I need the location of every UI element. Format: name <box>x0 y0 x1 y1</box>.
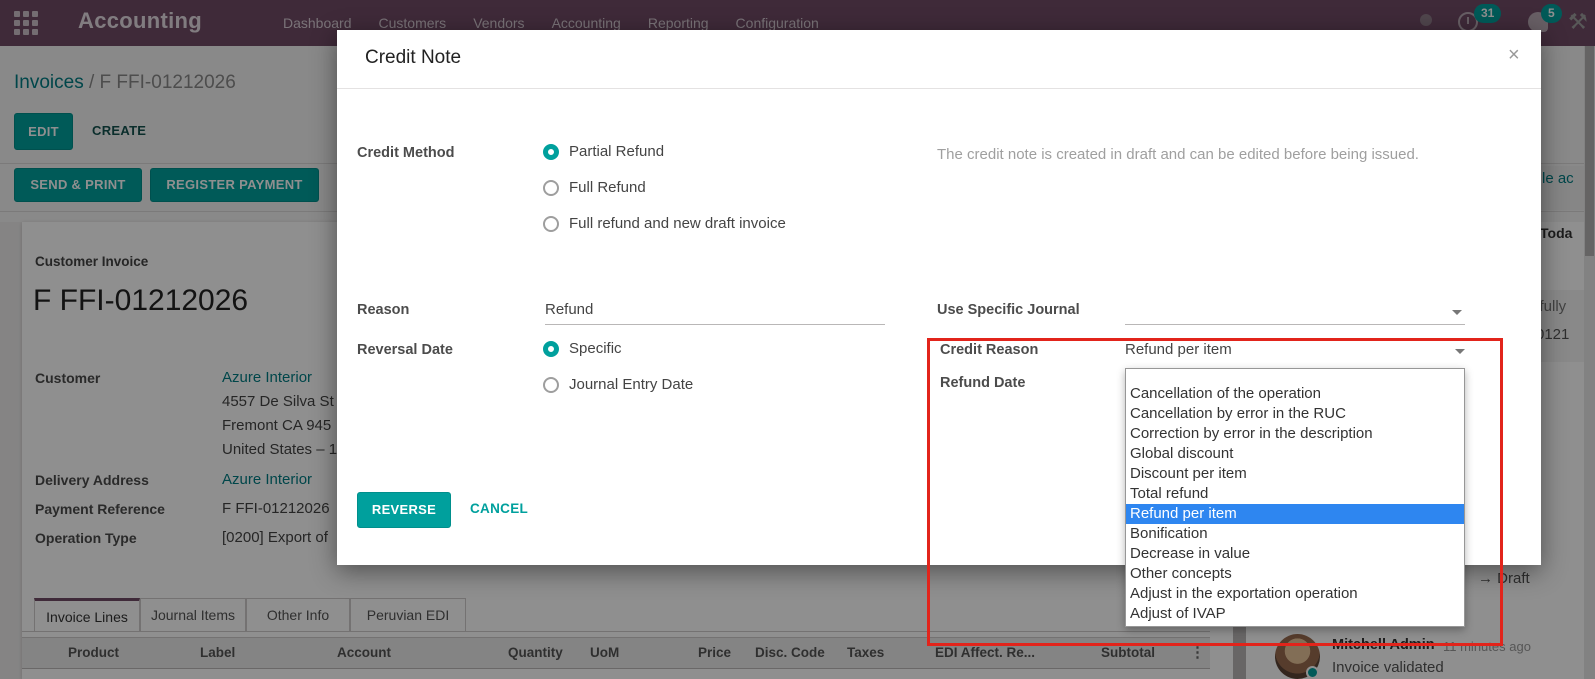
radio-selected-icon[interactable] <box>543 144 559 160</box>
radio-selected-icon[interactable] <box>543 341 559 357</box>
credit-reason-label: Credit Reason <box>940 342 1038 358</box>
dropdown-option-selected[interactable]: Refund per item <box>1126 504 1464 524</box>
dropdown-option[interactable]: Cancellation of the operation <box>1126 384 1464 404</box>
credit-note-hint-text: The credit note is created in draft and … <box>937 146 1477 163</box>
journal-underline <box>1125 324 1465 325</box>
reason-underline <box>545 324 885 325</box>
cancel-button[interactable]: CANCEL <box>470 501 528 516</box>
dropdown-option[interactable]: Discount per item <box>1126 464 1464 484</box>
radio-partial-refund[interactable]: Partial Refund <box>543 143 664 160</box>
dropdown-option[interactable]: Adjust of IVAP <box>1126 604 1464 624</box>
radio-icon[interactable] <box>543 180 559 196</box>
dropdown-option[interactable]: Cancellation by error in the RUC <box>1126 404 1464 424</box>
radio-icon[interactable] <box>543 216 559 232</box>
dropdown-option[interactable]: Other concepts <box>1126 564 1464 584</box>
radio-journal-entry-date[interactable]: Journal Entry Date <box>543 376 693 393</box>
close-icon[interactable]: × <box>1508 44 1520 67</box>
reverse-button[interactable]: REVERSE <box>357 492 451 528</box>
credit-reason-select[interactable]: Refund per item <box>1125 341 1232 358</box>
dropdown-option[interactable]: Bonification <box>1126 524 1464 544</box>
dropdown-option[interactable]: Correction by error in the description <box>1126 424 1464 444</box>
credit-method-label: Credit Method <box>357 145 454 161</box>
dropdown-option[interactable]: Global discount <box>1126 444 1464 464</box>
credit-reason-dropdown-list: Cancellation of the operation Cancellati… <box>1125 368 1465 627</box>
chevron-down-icon[interactable] <box>1452 310 1462 315</box>
use-specific-journal-label: Use Specific Journal <box>937 302 1080 318</box>
reversal-date-label: Reversal Date <box>357 342 453 358</box>
dropdown-option[interactable]: Adjust in the exportation operation <box>1126 584 1464 604</box>
modal-header-divider <box>337 88 1541 89</box>
dropdown-option[interactable]: Decrease in value <box>1126 544 1464 564</box>
refund-date-label: Refund Date <box>940 375 1025 391</box>
chevron-down-icon[interactable] <box>1455 349 1465 354</box>
dropdown-option[interactable]: Total refund <box>1126 484 1464 504</box>
radio-full-refund-new-draft[interactable]: Full refund and new draft invoice <box>543 215 786 232</box>
radio-specific-date[interactable]: Specific <box>543 340 622 357</box>
radio-icon[interactable] <box>543 377 559 393</box>
reason-input[interactable]: Refund <box>545 301 593 318</box>
dropdown-option-blank[interactable] <box>1126 369 1464 384</box>
reason-label: Reason <box>357 302 409 318</box>
radio-full-refund[interactable]: Full Refund <box>543 179 646 196</box>
modal-title: Credit Note <box>365 47 461 69</box>
